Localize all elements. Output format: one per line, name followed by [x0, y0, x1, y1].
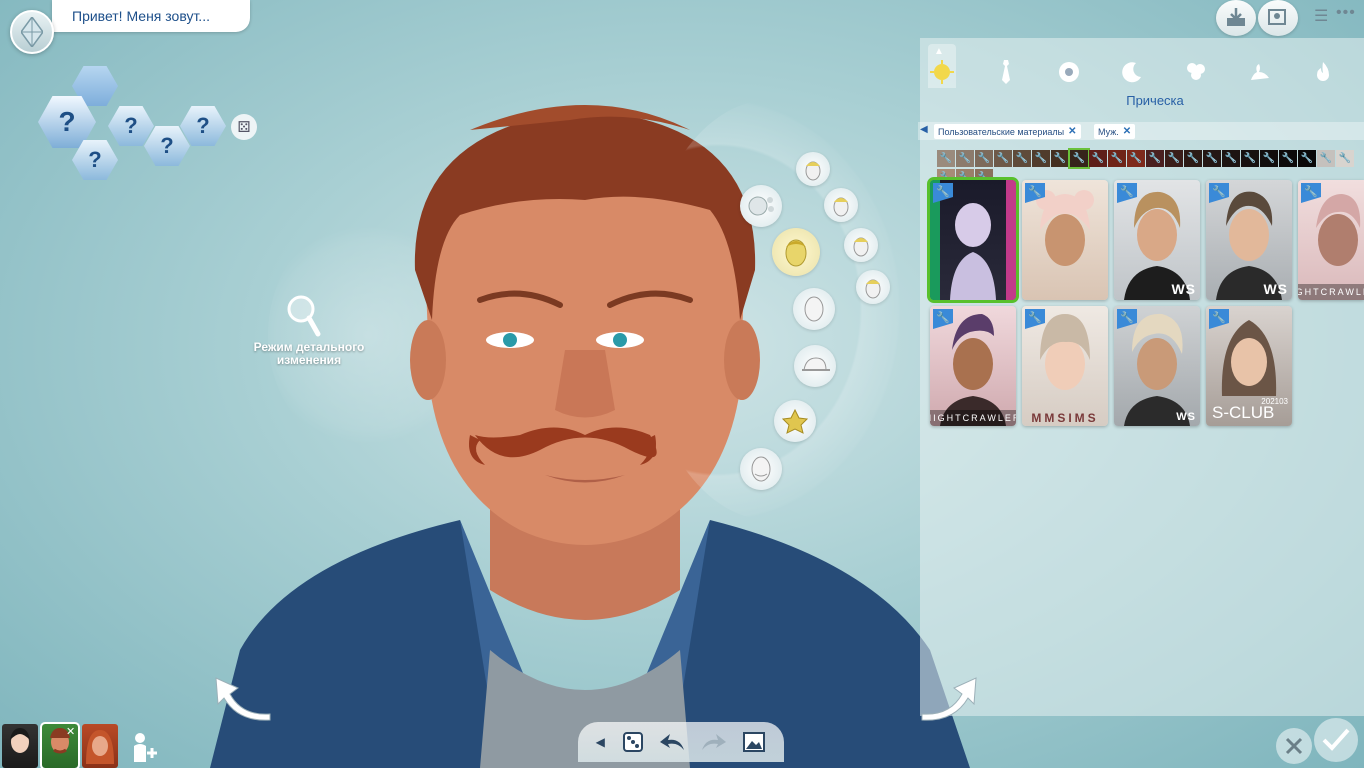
color-swatch[interactable]: 🔧	[1279, 150, 1297, 167]
remove-sim-icon[interactable]: ✕	[66, 725, 75, 738]
rotate-left-icon[interactable]	[212, 670, 276, 722]
creator-band: NIGHTCRAWLER	[930, 410, 1016, 426]
color-swatch[interactable]: 🔧	[1222, 150, 1240, 167]
filter-back-icon[interactable]: ◀	[920, 124, 928, 135]
color-swatch[interactable]: 🔧	[1032, 150, 1050, 167]
color-swatch[interactable]: 🔧	[1336, 150, 1354, 167]
category-title: Прическа	[1126, 93, 1184, 108]
top-toolbar: ☰ •••	[1216, 0, 1364, 38]
sleep-icon[interactable]	[1118, 58, 1146, 86]
creator-band: MMSIMS	[1031, 411, 1099, 425]
menu-list-icon[interactable]: ☰	[1314, 6, 1332, 25]
color-swatch[interactable]: 🔧	[1051, 150, 1069, 167]
remove-filter-icon[interactable]: ✕	[1123, 126, 1131, 137]
hair-option-2-icon[interactable]	[824, 188, 858, 222]
tie-icon[interactable]	[992, 58, 1020, 86]
creator-mark: WS	[1176, 411, 1196, 423]
creator-band: NIGHTCRAWLER	[1298, 284, 1364, 300]
unknown-symbol: ?	[124, 113, 138, 138]
filter-chip-label: Муж.	[1098, 126, 1119, 137]
color-swatch[interactable]: 🔧	[1317, 150, 1335, 167]
color-swatch-selected[interactable]: 🔧	[1068, 148, 1090, 169]
hairstyle-icon[interactable]	[772, 228, 820, 276]
gallery-download-icon[interactable]	[1216, 0, 1256, 36]
hair-option-1-icon[interactable]	[796, 152, 830, 186]
color-swatch[interactable]: 🔧	[1127, 150, 1145, 167]
color-swatch[interactable]: 🔧	[994, 150, 1012, 167]
hairstyle-tile-6[interactable]: 🔧 NIGHTCRAWLER	[930, 306, 1016, 426]
trait-slot-1[interactable]: ?	[108, 106, 154, 146]
color-swatch[interactable]: 🔧	[1184, 150, 1202, 167]
color-swatch[interactable]: 🔧	[956, 150, 974, 167]
color-swatch[interactable]: 🔧	[1241, 150, 1259, 167]
filter-chip-male[interactable]: Муж. ✕	[1094, 124, 1136, 139]
hairstyle-tile-7[interactable]: 🔧 MMSIMS	[1022, 306, 1108, 426]
more-options-icon[interactable]: •••	[1336, 4, 1360, 22]
household-member-3[interactable]	[82, 724, 118, 768]
hat-icon[interactable]	[794, 345, 836, 387]
color-swatch[interactable]: 🔧	[1108, 150, 1126, 167]
remove-filter-icon[interactable]: ✕	[1068, 126, 1076, 137]
hair-option-4-icon[interactable]	[856, 270, 890, 304]
color-swatch[interactable]: 🔧	[1146, 150, 1164, 167]
filter-chip-custom-content[interactable]: Пользовательские материалы ✕	[934, 124, 1081, 139]
head-bubble-icon[interactable]	[740, 185, 782, 227]
add-sim-icon[interactable]	[128, 730, 162, 764]
hairstyle-tile-1[interactable]: 🔧	[927, 177, 1019, 303]
creator-mark: WS	[1171, 281, 1196, 297]
head-category-icon[interactable]	[928, 58, 956, 86]
hairstyle-tile-4[interactable]: 🔧 WS	[1206, 180, 1292, 300]
redo-icon[interactable]	[698, 727, 728, 757]
collapse-arrow-icon[interactable]: ▲	[934, 46, 944, 57]
hairstyle-tile-5[interactable]: 🔧 NIGHTCRAWLER	[1298, 180, 1364, 300]
accept-button[interactable]	[1314, 718, 1358, 762]
gallery-share-icon[interactable]	[1258, 0, 1298, 36]
hairstyle-tile-9[interactable]: 🔧 202103 S-CLUB	[1206, 306, 1292, 426]
cancel-button[interactable]	[1276, 728, 1312, 764]
randomize-dice-icon[interactable]	[618, 727, 648, 757]
undo-icon[interactable]	[658, 727, 688, 757]
hairstyle-tile-3[interactable]: 🔧 WS	[1114, 180, 1200, 300]
hairstyle-tile-8[interactable]: 🔧 WS	[1114, 306, 1200, 426]
face-icon[interactable]	[793, 288, 835, 330]
expand-arrow-icon[interactable]: ◀	[593, 727, 607, 757]
color-swatch[interactable]: 🔧	[937, 150, 955, 167]
creator-mark: S-CLUB	[1212, 403, 1275, 422]
party-icon[interactable]	[1182, 58, 1210, 86]
name-input[interactable]: Привет! Меня зовут...	[52, 0, 250, 32]
ball-icon[interactable]	[1055, 58, 1083, 86]
facial-hair-icon[interactable]	[740, 448, 782, 490]
hair-option-3-icon[interactable]	[844, 228, 878, 262]
color-swatch[interactable]: 🔧	[1013, 150, 1031, 167]
color-swatch[interactable]: 🔧	[1203, 150, 1221, 167]
bottom-action-bar: ◀	[578, 722, 784, 762]
unknown-symbol: ?	[58, 106, 76, 137]
color-swatch[interactable]: 🔧	[1298, 150, 1316, 167]
color-swatch[interactable]: 🔧	[1089, 150, 1107, 167]
accessory-icon[interactable]	[774, 400, 816, 442]
hairstyle-tile-2[interactable]: 🔧	[1022, 180, 1108, 300]
rotate-right-icon[interactable]	[916, 670, 980, 722]
color-swatch[interactable]: 🔧	[1165, 150, 1183, 167]
unknown-symbol: ?	[88, 147, 102, 172]
plumbob-icon[interactable]	[10, 10, 54, 54]
fire-icon[interactable]	[1309, 58, 1337, 86]
swim-icon[interactable]	[1245, 58, 1273, 86]
color-swatch[interactable]: 🔧	[1260, 150, 1278, 167]
household-bar: ✕	[0, 720, 170, 768]
household-member-1[interactable]	[2, 724, 38, 768]
creator-mark: WS	[1263, 281, 1288, 297]
gallery-icon[interactable]	[739, 727, 769, 757]
filter-chip-label: Пользовательские материалы	[938, 126, 1065, 137]
color-swatch[interactable]: 🔧	[975, 150, 993, 167]
